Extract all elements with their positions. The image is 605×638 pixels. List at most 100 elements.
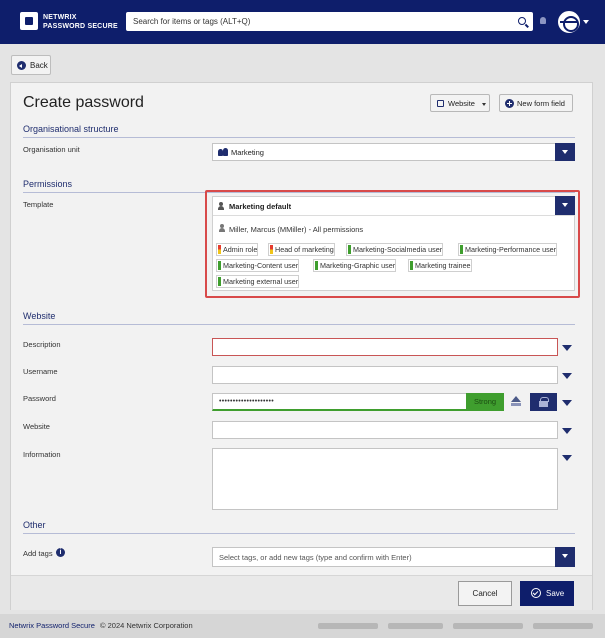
template-select[interactable]: Marketing default (213, 196, 575, 216)
tag-color-mark (315, 261, 318, 270)
template-tag: Marketing-Socialmedia user (346, 243, 444, 256)
password-input[interactable]: •••••••••••••••••••• (212, 393, 467, 411)
tags-select[interactable]: Select tags, or add new tags (type and c… (212, 547, 575, 567)
information-field-options-icon[interactable] (562, 455, 572, 461)
template-tag: Marketing-Content user (216, 259, 300, 272)
page-title: Create password (23, 94, 144, 111)
username-field-options-icon[interactable] (562, 373, 572, 379)
search-placeholder: Search for items or tags (ALT+Q) (133, 17, 251, 26)
website-input[interactable] (212, 421, 558, 439)
new-form-field-label: New form field (517, 99, 565, 108)
tag-label: Marketing-Socialmedia user (353, 245, 443, 254)
template-label: Template (23, 200, 54, 209)
tag-label: Marketing-Performance user (465, 245, 557, 254)
page-footer: Netwrix Password Secure © 2024 Netwrix C… (0, 614, 605, 638)
tag-label: Admin role (223, 245, 258, 254)
plus-icon (505, 99, 514, 108)
description-label: Description (23, 340, 61, 349)
brand-name: NETWRIX PASSWORD SECURE (43, 13, 118, 31)
top-bar: NETWRIX PASSWORD SECURE Search for items… (0, 0, 605, 44)
netwrix-logo-icon (20, 12, 38, 30)
tag-color-mark (410, 261, 413, 270)
tag-label: Marketing trainee (415, 261, 471, 270)
tag-label: Marketing external user (223, 277, 299, 286)
tag-label: Marketing-Graphic user (320, 261, 396, 270)
information-textarea[interactable] (212, 448, 558, 510)
tags-placeholder: Select tags, or add new tags (type and c… (219, 553, 412, 562)
user-icon (219, 224, 225, 232)
description-field-options-icon[interactable] (562, 345, 572, 351)
section-divider (23, 137, 575, 138)
search-icon[interactable] (518, 17, 526, 25)
permission-template-icon (218, 202, 224, 210)
chevron-down-icon (482, 103, 486, 106)
notification-bell-icon[interactable] (540, 17, 546, 24)
tag-color-mark (218, 245, 221, 254)
search-input[interactable]: Search for items or tags (ALT+Q) (126, 12, 533, 31)
back-label: Back (30, 61, 48, 70)
password-masked-value: •••••••••••••••••••• (219, 398, 275, 405)
section-title-other: Other (23, 520, 46, 530)
template-tag: Marketing trainee (408, 259, 472, 272)
back-arrow-icon (17, 61, 26, 70)
add-tags-label: Add tags (23, 549, 53, 558)
template-user-permission: Miller, Marcus (MMiller) - All permissio… (229, 225, 364, 234)
footer-blurred-item (453, 623, 523, 629)
create-password-form: Create password Website New form field O… (10, 82, 593, 610)
template-panel: Marketing default Miller, Marcus (MMille… (212, 196, 575, 291)
tags-dropdown-button[interactable] (555, 547, 575, 567)
brand-line-1: NETWRIX (43, 14, 77, 21)
footer-blurred-item (388, 623, 443, 629)
template-value: Marketing default (229, 202, 292, 211)
info-icon[interactable]: i (56, 548, 65, 557)
password-lock-button[interactable] (530, 393, 557, 411)
section-title-org: Organisational structure (23, 124, 119, 134)
website-type-button[interactable]: Website (430, 94, 490, 112)
tag-color-mark (218, 277, 221, 286)
org-unit-select[interactable]: Marketing (212, 143, 575, 161)
form-type-icon (437, 100, 444, 107)
template-tag: Admin role (216, 243, 259, 256)
password-strength-badge: Strong (466, 393, 504, 411)
org-unit-value: Marketing (231, 148, 264, 157)
tag-color-mark (460, 245, 463, 254)
description-input[interactable] (212, 338, 558, 356)
section-divider (23, 533, 575, 534)
footer-brand-link[interactable]: Netwrix Password Secure (9, 621, 95, 630)
user-avatar-globe-icon[interactable] (558, 11, 580, 33)
password-field-options-icon[interactable] (562, 400, 572, 406)
password-label: Password (23, 394, 56, 403)
check-icon (531, 588, 541, 598)
group-icon (218, 148, 228, 157)
template-tag: Marketing-Graphic user (313, 259, 397, 272)
section-title-website: Website (23, 311, 56, 321)
website-field-options-icon[interactable] (562, 428, 572, 434)
org-unit-label: Organisation unit (23, 145, 80, 154)
website-type-label: Website (448, 99, 475, 108)
tag-label: Head of marketing (275, 245, 334, 254)
save-button[interactable]: Save (520, 581, 574, 606)
avatar-chevron-down-icon[interactable] (583, 20, 589, 24)
org-unit-dropdown-button[interactable] (555, 143, 575, 161)
back-button[interactable]: Back (11, 55, 51, 75)
password-generator-icon[interactable] (510, 396, 522, 408)
cancel-button[interactable]: Cancel (458, 581, 512, 606)
tag-color-mark (348, 245, 351, 254)
website-label: Website (23, 422, 50, 431)
username-input[interactable] (212, 366, 558, 384)
brand-line-2: PASSWORD SECURE (43, 23, 118, 30)
new-form-field-button[interactable]: New form field (499, 94, 573, 112)
template-tag: Marketing external user (216, 275, 300, 288)
footer-blurred-item (533, 623, 593, 629)
template-tag: Marketing-Performance user (458, 243, 558, 256)
section-divider (23, 324, 575, 325)
footer-blurred-item (318, 623, 378, 629)
footer-copyright: © 2024 Netwrix Corporation (100, 621, 193, 630)
username-label: Username (23, 367, 58, 376)
section-title-permissions: Permissions (23, 179, 73, 189)
tag-color-mark (218, 261, 221, 270)
template-dropdown-button[interactable] (555, 196, 575, 215)
form-actions: Cancel Save (11, 575, 592, 610)
tag-label: Marketing-Content user (223, 261, 299, 270)
information-label: Information (23, 450, 61, 459)
